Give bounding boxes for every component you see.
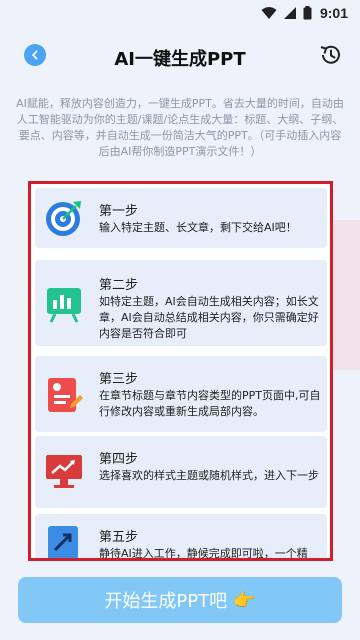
step-card-3: 第三步 在章节标题与章节内容类型的PPT页面中,可自行修改内容或重新生成局部内容… xyxy=(35,356,327,432)
page-title: AI一键生成PPT xyxy=(114,49,246,70)
presentation-board-icon xyxy=(47,288,81,323)
step-title: 第三步 xyxy=(99,372,139,387)
step-desc: 在章节标题与章节内容类型的PPT页面中,可自行修改内容或重新生成局部内容。 xyxy=(99,389,321,418)
status-time: 9:01 xyxy=(319,5,348,21)
step-title: 第五步 xyxy=(99,530,139,545)
header: AI一键生成PPT xyxy=(0,36,360,76)
step-card-5: 第五步 静待AI进入工作，静候完成即可啦，一个精 xyxy=(35,514,327,560)
step-desc: 如特定主题，AI会自动生成相关内容；如长文章，AI会自动总结成相关内容，你只需确… xyxy=(99,295,319,340)
trend-monitor-icon xyxy=(46,455,82,488)
battery-icon xyxy=(303,5,312,24)
wifi-icon xyxy=(261,5,277,24)
step-desc: 选择喜欢的样式主题或随机样式，进入下一步 xyxy=(99,469,319,482)
start-generate-button[interactable]: 开始生成PPT吧 👉 xyxy=(18,577,342,623)
step-card-4: 第四步 选择喜欢的样式主题或随机样式，进入下一步 xyxy=(35,436,327,508)
step-title: 第一步 xyxy=(99,204,139,219)
target-icon xyxy=(46,201,81,236)
pointing-hand-icon: 👉 xyxy=(233,589,256,611)
step-desc: 静待AI进入工作，静候完成即可啦，一个精 xyxy=(99,547,308,560)
step-desc: 输入特定主题、长文章，剩下交给AI吧！ xyxy=(99,221,297,234)
intro-text: AI赋能，释放内容创造力，一键生成PPT。省去大量的时间，自动由人工智能驱动为你… xyxy=(16,97,344,158)
history-icon xyxy=(320,45,340,64)
signal-icon xyxy=(283,5,297,24)
trend-chart-icon xyxy=(48,526,78,558)
history-button[interactable] xyxy=(318,42,344,68)
start-button-label: 开始生成PPT吧 xyxy=(104,591,228,612)
document-edit-icon xyxy=(48,378,83,412)
step-title: 第四步 xyxy=(99,452,139,467)
step-title: 第二步 xyxy=(99,278,139,293)
step-card-1: 第一步 输入特定主题、长文章，剩下交给AI吧！ xyxy=(35,188,327,248)
step-card-2: 第二步 如特定主题，AI会自动生成相关内容；如长文章，AI会自动总结成相关内容，… xyxy=(35,260,327,346)
status-bar: 9:01 xyxy=(0,0,360,26)
steps-panel: 第一步 输入特定主题、长文章，剩下交给AI吧！ 第二步 如特定主题，AI会自动生… xyxy=(28,181,333,561)
